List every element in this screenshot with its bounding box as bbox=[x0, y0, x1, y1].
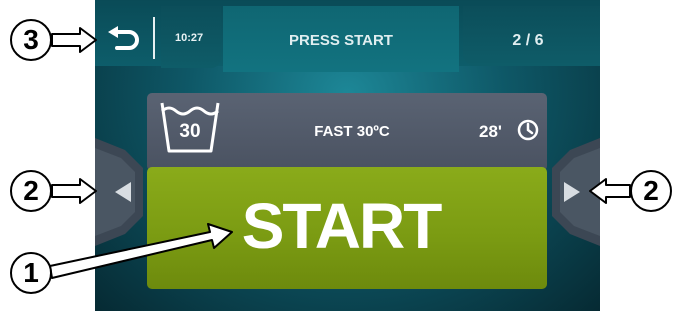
clock-icon bbox=[517, 119, 539, 141]
program-duration: 28' bbox=[479, 122, 502, 141]
previous-program-button[interactable] bbox=[95, 138, 143, 246]
callout-3: 3 bbox=[10, 19, 52, 61]
page-title: PRESS START bbox=[289, 32, 393, 49]
program-temperature: 30 bbox=[179, 121, 201, 142]
callout-3-arrow bbox=[51, 27, 97, 53]
page-indicator: 2 / 6 bbox=[512, 32, 544, 49]
program-panel: 30 FAST 30ºC 28' bbox=[147, 93, 547, 171]
next-program-button[interactable] bbox=[552, 138, 600, 246]
callout-2-left: 2 bbox=[10, 170, 52, 212]
header-divider bbox=[153, 17, 155, 59]
start-button-label: START bbox=[241, 190, 443, 262]
start-button[interactable]: START bbox=[147, 167, 547, 289]
program-name: FAST 30ºC bbox=[314, 123, 390, 140]
callout-2-left-arrow bbox=[51, 178, 97, 204]
callout-2-right: 2 bbox=[630, 170, 672, 212]
back-button[interactable] bbox=[101, 24, 145, 56]
clock-time: 10:27 bbox=[175, 32, 204, 44]
back-arrow-icon bbox=[108, 26, 139, 50]
callout-1: 1 bbox=[10, 252, 52, 294]
washer-display: 10:27 PRESS START 2 / 6 30 FAST 30ºC 28'… bbox=[95, 0, 600, 311]
